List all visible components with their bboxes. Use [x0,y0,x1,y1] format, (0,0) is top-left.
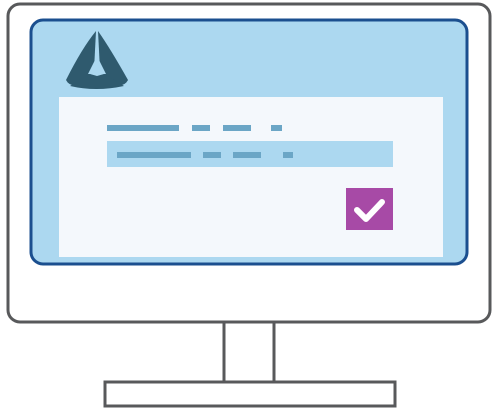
monitor-stand [103,318,397,408]
placeholder-input-field [107,141,393,167]
monitor-stand-base [103,380,397,408]
checkbox-checked[interactable] [346,188,393,230]
monitor-stand-neck [222,318,276,386]
monitor-illustration [6,2,492,408]
form-panel [59,97,443,257]
